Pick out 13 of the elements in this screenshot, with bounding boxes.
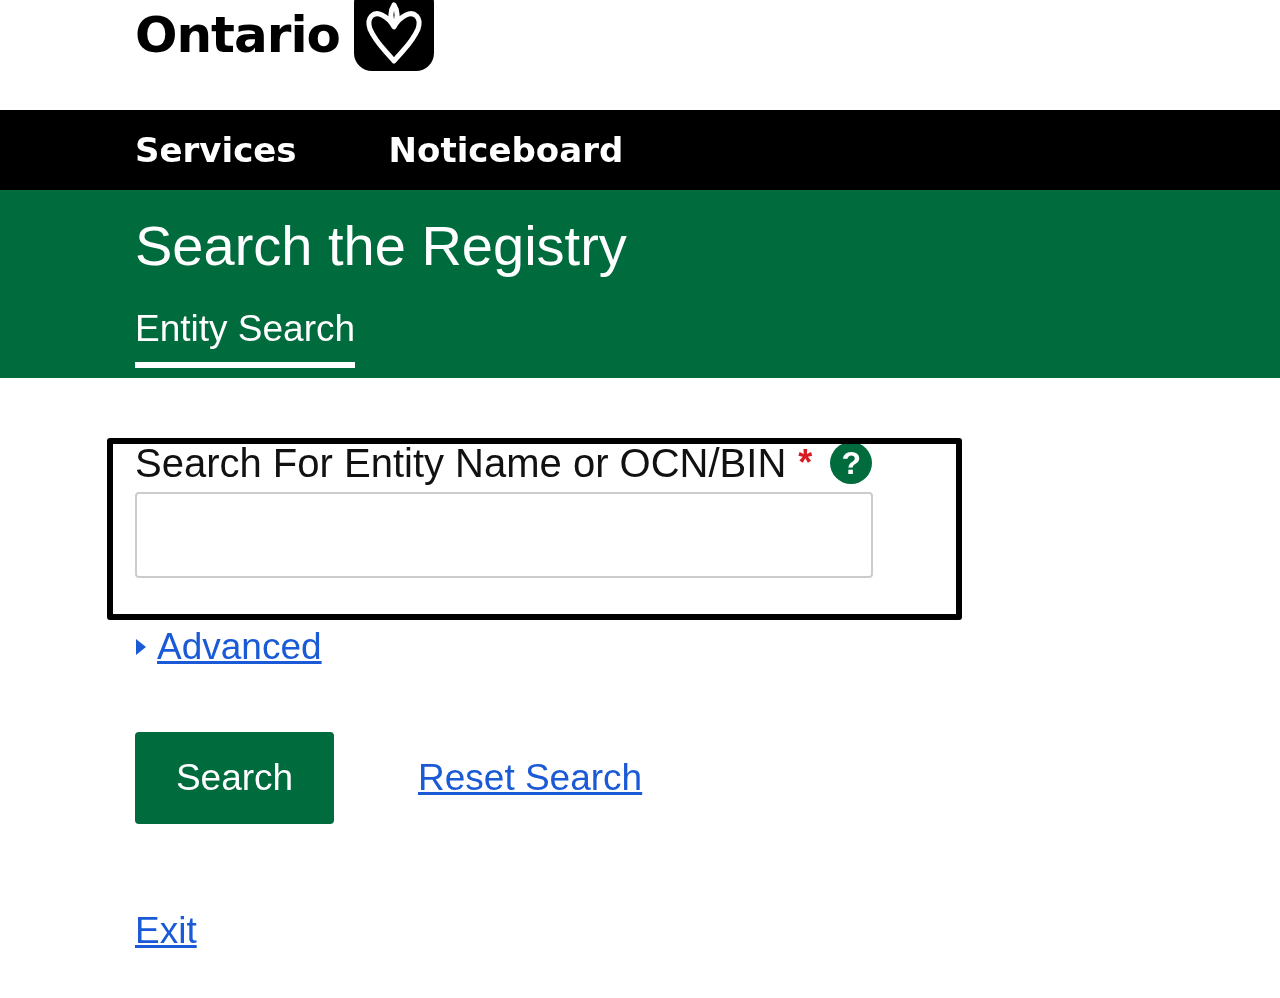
reset-search-link[interactable]: Reset Search (418, 757, 643, 799)
search-input-field[interactable] (135, 492, 873, 578)
nav-link[interactable]: Noticeboard (388, 130, 624, 170)
exit-link[interactable]: Exit (135, 910, 197, 952)
search-button[interactable]: Search (135, 732, 334, 824)
advanced-link[interactable]: Advanced (157, 626, 322, 668)
logo-text: Ontario (135, 10, 340, 60)
tab[interactable]: Entity Search (135, 308, 356, 368)
field-label: Search For Entity Name or OCN/BIN (135, 440, 787, 486)
help-icon[interactable]: ? (830, 442, 873, 484)
page-title: Search the Registry (135, 213, 628, 279)
required-mark: * (798, 442, 813, 484)
nav-link[interactable]: Services (135, 130, 297, 170)
